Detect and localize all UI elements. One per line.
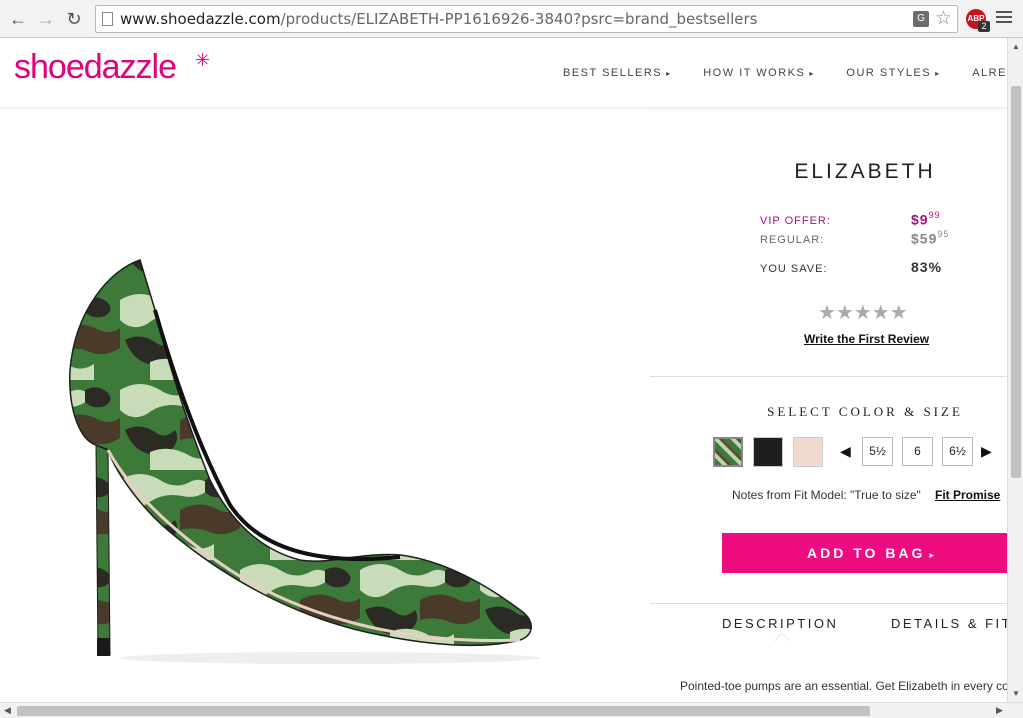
bookmark-star-icon[interactable]: ☆	[935, 8, 952, 30]
color-swatch-nude[interactable]	[793, 437, 823, 467]
nav-how-it-works[interactable]: HOW IT WORKS ▸	[703, 67, 815, 79]
regular-label: REGULAR:	[760, 234, 825, 246]
write-review-link[interactable]: Write the First Review	[804, 332, 929, 346]
scroll-up-arrow-icon[interactable]: ▲	[1012, 42, 1020, 51]
size-option-6-5[interactable]: 6½	[942, 437, 973, 466]
divider	[650, 603, 1007, 604]
add-to-bag-button[interactable]: ADD TO BAG ▸	[722, 533, 1007, 573]
nav-arrow-icon: ▸	[935, 69, 941, 78]
size-prev-arrow-icon[interactable]: ◀	[840, 443, 851, 460]
nav-arrow-icon: ▸	[809, 69, 815, 78]
logo-sparkle-icon: ✳	[195, 50, 211, 70]
nav-already-a-member[interactable]: ALREADY A	[972, 67, 1007, 79]
size-next-arrow-icon[interactable]: ▶	[981, 443, 992, 460]
nav-our-styles[interactable]: OUR STYLES ▸	[846, 67, 940, 79]
fit-model-note: Notes from Fit Model: "True to size"	[732, 488, 921, 502]
divider	[650, 376, 1007, 377]
vip-price: $999	[911, 210, 941, 228]
reload-icon[interactable]: ↻	[62, 7, 86, 31]
color-swatch-black[interactable]	[753, 437, 783, 467]
scroll-left-arrow-icon[interactable]: ◀	[4, 705, 11, 716]
translate-icon[interactable]: G	[913, 11, 929, 27]
scroll-down-arrow-icon[interactable]: ▼	[1012, 689, 1020, 698]
scroll-right-arrow-icon[interactable]: ▶	[996, 705, 1003, 716]
horizontal-scrollbar[interactable]: ◀ ▶	[0, 702, 1023, 718]
vip-offer-label: VIP OFFER:	[760, 215, 831, 227]
site-header: shoedazzle ✳ BEST SELLERS ▸ HOW IT WORKS ▸…	[0, 38, 1007, 108]
you-save-label: YOU SAVE:	[760, 263, 828, 275]
active-tab-indicator	[774, 633, 790, 641]
page-icon	[102, 12, 113, 26]
adblock-count-badge: 2	[978, 21, 990, 32]
product-description: Pointed-toe pumps are an essential. Get …	[680, 679, 1007, 693]
vertical-scroll-thumb[interactable]	[1011, 86, 1021, 478]
vertical-scrollbar[interactable]: ▲ ▼	[1007, 38, 1023, 702]
url-text[interactable]: www.shoedazzle.com/products/ELIZABETH-PP…	[120, 10, 758, 28]
product-image[interactable]	[0, 110, 650, 702]
nav-best-sellers[interactable]: BEST SELLERS ▸	[563, 67, 672, 79]
horizontal-scroll-thumb[interactable]	[17, 706, 870, 716]
main-nav: BEST SELLERS ▸ HOW IT WORKS ▸ OUR STYLES ▸ …	[563, 67, 1007, 79]
size-option-6[interactable]: 6	[902, 437, 933, 466]
camo-pump-illustration	[69, 259, 540, 664]
product-panel: ELIZABETH VIP OFFER: $999 REGULAR: $5995…	[650, 110, 1007, 702]
shoedazzle-logo[interactable]: shoedazzle	[14, 48, 177, 87]
fit-promise-link[interactable]: Fit Promise	[935, 488, 1000, 502]
address-bar[interactable]: www.shoedazzle.com/products/ELIZABETH-PP…	[95, 5, 958, 33]
forward-arrow-icon[interactable]: →	[34, 7, 58, 31]
select-color-size-heading: SELECT COLOR & SIZE	[767, 404, 963, 419]
nav-arrow-icon: ▸	[666, 69, 672, 78]
color-swatch-camo[interactable]	[713, 437, 743, 467]
browser-toolbar: ← → ↻ www.shoedazzle.com/products/ELIZAB…	[0, 0, 1023, 38]
product-title: ELIZABETH	[794, 160, 936, 183]
tab-description[interactable]: DESCRIPTION	[722, 616, 838, 631]
button-arrow-icon: ▸	[929, 550, 937, 560]
rating-stars-icon[interactable]: ★★★★★	[818, 300, 908, 325]
browser-menu-icon[interactable]	[996, 8, 1012, 30]
regular-price: $5995	[911, 229, 950, 247]
size-option-5-5[interactable]: 5½	[862, 437, 893, 466]
back-arrow-icon[interactable]: ←	[6, 7, 30, 31]
tab-details-fit[interactable]: DETAILS & FIT	[891, 616, 1007, 631]
savings-value: 83%	[911, 259, 943, 275]
